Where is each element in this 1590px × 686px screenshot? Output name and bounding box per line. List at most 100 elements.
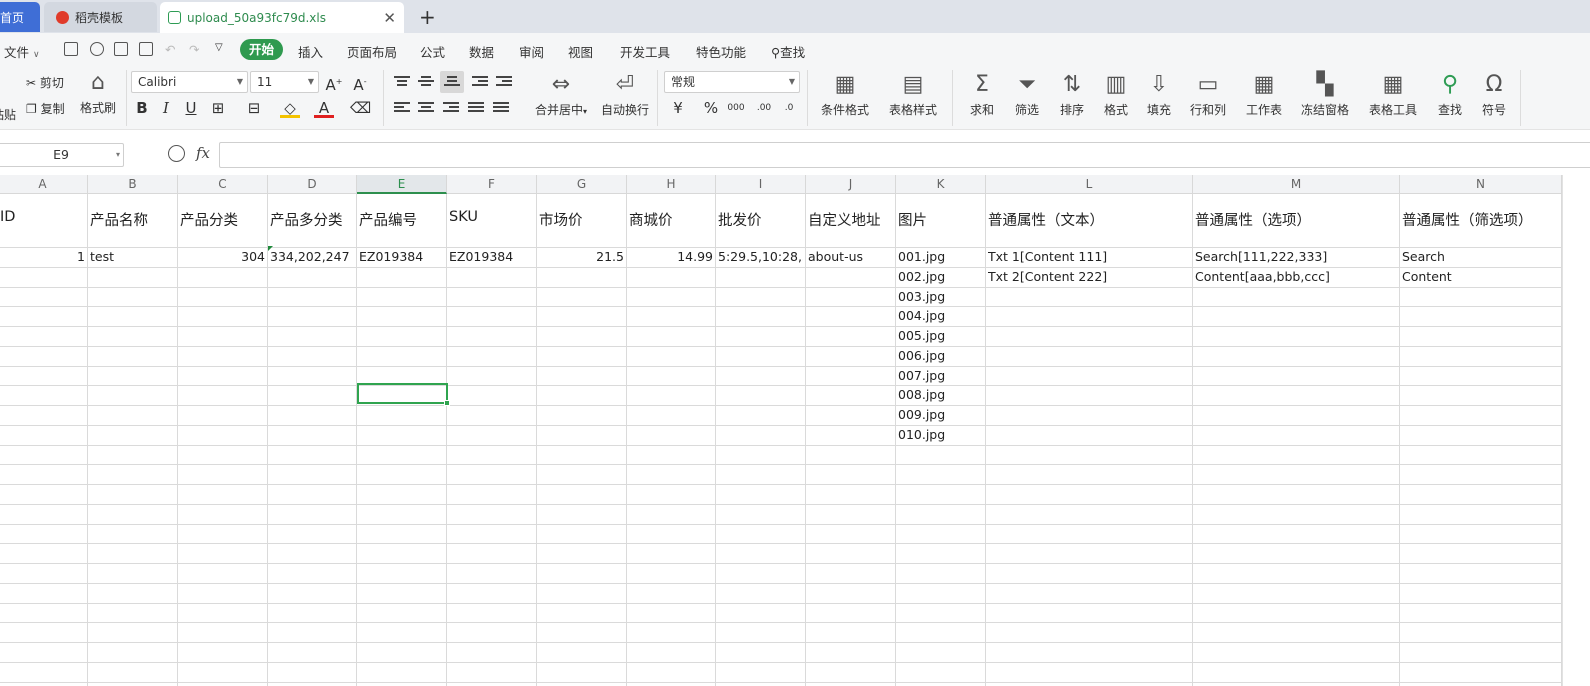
header-cell[interactable]: 自定义地址 xyxy=(808,209,893,230)
cell-style-icon[interactable]: ⊟ xyxy=(244,98,264,118)
name-box[interactable]: E9 ▾ xyxy=(0,143,124,167)
column-header-f[interactable]: F xyxy=(447,175,537,194)
column-header-b[interactable]: B xyxy=(88,175,178,194)
menu-search[interactable]: ⚲查找 xyxy=(771,42,805,61)
zoom-icon[interactable] xyxy=(168,145,185,162)
data-cell[interactable]: Content xyxy=(1402,269,1559,284)
menu-page-layout[interactable]: 页面布局 xyxy=(347,42,397,61)
sort-button[interactable]: ⇅ 排序 xyxy=(1050,72,1094,118)
fill-handle[interactable] xyxy=(444,400,450,406)
menu-data[interactable]: 数据 xyxy=(469,42,494,61)
fill-color-icon[interactable]: ◇ xyxy=(280,98,300,118)
data-cell[interactable]: 14.99 xyxy=(629,249,713,264)
thousands-separator-icon[interactable]: 000 xyxy=(726,98,746,118)
currency-icon[interactable]: ¥ xyxy=(668,98,688,118)
worksheet-button[interactable]: ▦ 工作表 xyxy=(1238,72,1290,118)
increase-indent-icon[interactable] xyxy=(496,76,512,90)
header-cell[interactable]: 普通属性（文本） xyxy=(988,209,1190,230)
data-cell[interactable]: 002.jpg xyxy=(898,269,983,284)
freeze-panes-button[interactable]: ▚ 冻结窗格 xyxy=(1294,72,1356,118)
align-left-icon[interactable] xyxy=(394,102,410,116)
data-cell[interactable]: EZ019384 xyxy=(359,249,444,264)
conditional-format-button[interactable]: ▦ 条件格式 xyxy=(814,72,876,118)
column-header-g[interactable]: G xyxy=(537,175,627,194)
paste-button[interactable]: 粘贴 xyxy=(0,106,16,123)
align-middle-icon[interactable] xyxy=(418,76,434,90)
italic-icon[interactable]: I xyxy=(156,98,176,118)
tab-home[interactable]: 首页 xyxy=(0,2,40,32)
wrap-text-button[interactable]: ⏎ 自动换行 xyxy=(598,72,652,118)
header-cell[interactable]: 产品编号 xyxy=(359,209,444,230)
clear-format-icon[interactable]: ⌫ xyxy=(350,98,371,118)
column-header-n[interactable]: N xyxy=(1400,175,1562,194)
data-cell[interactable]: about-us xyxy=(808,249,893,264)
tab-file[interactable]: upload_50a93fc79d.xls ✕ xyxy=(160,2,404,33)
table-tools-button[interactable]: ▦ 表格工具 xyxy=(1362,72,1424,118)
data-cell[interactable]: 006.jpg xyxy=(898,348,983,363)
menu-file[interactable]: 文件 ∨ xyxy=(4,42,40,61)
menu-special[interactable]: 特色功能 xyxy=(696,42,746,61)
data-cell[interactable]: test xyxy=(90,249,175,264)
quick-access-dropdown-icon[interactable]: ▽ xyxy=(215,42,223,53)
underline-icon[interactable]: U xyxy=(181,98,201,118)
decrease-decimal-icon[interactable]: .0 xyxy=(779,98,799,118)
find-button[interactable]: ⚲ 查找 xyxy=(1428,72,1472,118)
fill-button[interactable]: ⇩ 填充 xyxy=(1137,72,1181,118)
spreadsheet-grid[interactable]: ABCDEFGHIJKLMN ID 产品名称 产品分类 产品多分类 产品编号 SKU 市场价… xyxy=(0,175,1590,686)
export-icon[interactable] xyxy=(90,42,104,56)
decrease-indent-icon[interactable] xyxy=(472,76,488,90)
tab-template[interactable]: 稻壳模板 xyxy=(44,2,157,32)
save-icon[interactable] xyxy=(64,42,78,56)
format-button[interactable]: ▥ 格式 xyxy=(1094,72,1138,118)
header-cell[interactable]: 批发价 xyxy=(718,209,803,230)
formula-input[interactable] xyxy=(219,142,1590,168)
data-cell[interactable]: EZ019384 xyxy=(449,249,534,264)
data-cell[interactable]: Txt 1[Content 111] xyxy=(988,249,1190,264)
sum-button[interactable]: Σ 求和 xyxy=(960,72,1004,118)
header-cell[interactable]: ID xyxy=(0,209,85,225)
font-size-select[interactable]: 11 ▼ xyxy=(250,71,319,93)
format-painter-button[interactable]: ⌂ 格式刷 xyxy=(70,70,126,116)
column-header-h[interactable]: H xyxy=(627,175,716,194)
row-col-button[interactable]: ▭ 行和列 xyxy=(1183,72,1233,118)
menu-dev-tools[interactable]: 开发工具 xyxy=(620,42,670,61)
data-cell[interactable]: 008.jpg xyxy=(898,387,983,402)
header-cell[interactable]: 普通属性（筛选项） xyxy=(1402,209,1559,230)
border-icon[interactable]: ⊞ xyxy=(208,98,228,118)
column-header-l[interactable]: L xyxy=(986,175,1193,194)
increase-decimal-icon[interactable]: .00 xyxy=(754,98,774,118)
justify-icon[interactable] xyxy=(468,102,484,116)
number-format-select[interactable]: 常规 ▼ xyxy=(664,71,800,93)
data-cell[interactable]: 007.jpg xyxy=(898,368,983,383)
bold-icon[interactable]: B xyxy=(132,98,152,118)
menu-review[interactable]: 审阅 xyxy=(519,42,544,61)
data-cell[interactable]: Txt 2[Content 222] xyxy=(988,269,1190,284)
print-preview-icon[interactable] xyxy=(139,42,153,56)
menu-formula[interactable]: 公式 xyxy=(420,42,445,61)
header-cell[interactable]: 普通属性（选项） xyxy=(1195,209,1397,230)
header-cell[interactable]: 产品分类 xyxy=(180,209,265,230)
column-header-i[interactable]: I xyxy=(716,175,806,194)
column-header-d[interactable]: D xyxy=(268,175,357,194)
menu-view[interactable]: 视图 xyxy=(568,42,593,61)
vertical-scrollbar[interactable] xyxy=(1562,175,1590,686)
data-cell[interactable]: Content[aaa,bbb,ccc] xyxy=(1195,269,1397,284)
copy-button[interactable]: ❐ 复制 xyxy=(26,100,65,117)
cut-button[interactable]: ✂ 剪切 xyxy=(26,74,64,91)
column-header-c[interactable]: C xyxy=(178,175,268,194)
filter-button[interactable]: ⏷ 筛选 xyxy=(1005,72,1049,118)
data-cell[interactable]: 334,202,247 xyxy=(270,249,354,264)
menu-insert[interactable]: 插入 xyxy=(298,42,323,61)
data-cell[interactable]: 010.jpg xyxy=(898,427,983,442)
data-cell[interactable]: 009.jpg xyxy=(898,407,983,422)
header-cell[interactable]: SKU xyxy=(449,209,534,225)
header-cell[interactable]: 市场价 xyxy=(539,209,624,230)
percent-icon[interactable]: % xyxy=(701,98,721,118)
increase-font-icon[interactable]: A+ xyxy=(324,72,344,94)
decrease-font-icon[interactable]: A- xyxy=(350,72,370,94)
header-cell[interactable]: 产品名称 xyxy=(90,209,175,230)
distribute-icon[interactable] xyxy=(493,102,509,116)
data-cell[interactable]: 005.jpg xyxy=(898,328,983,343)
column-header-a[interactable]: A xyxy=(0,175,88,194)
merge-center-button[interactable]: ⇔ 合并居中▾ xyxy=(530,72,592,118)
